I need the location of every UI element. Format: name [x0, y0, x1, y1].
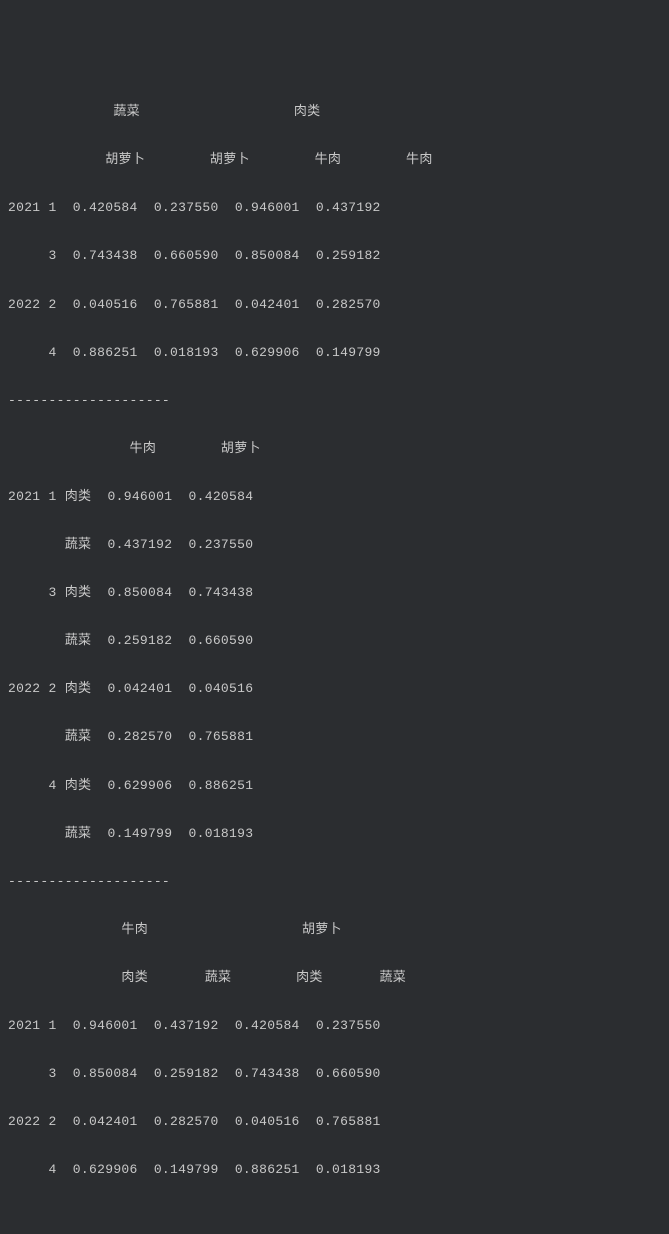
table1-row: 2022 2 0.040516 0.765881 0.042401 0.2825…: [8, 293, 661, 317]
table1-row: 3 0.743438 0.660590 0.850084 0.259182: [8, 244, 661, 268]
table1-row: 2021 1 0.420584 0.237550 0.946001 0.4371…: [8, 196, 661, 220]
table3-header1: 牛肉 胡萝卜: [8, 918, 661, 942]
table2-row: 2022 2 肉类 0.042401 0.040516: [8, 677, 661, 701]
table2-row: 2021 1 肉类 0.946001 0.420584: [8, 485, 661, 509]
table2-row: 蔬菜 0.282570 0.765881: [8, 725, 661, 749]
table2-row: 蔬菜 0.149799 0.018193: [8, 822, 661, 846]
table3-row: 2022 2 0.042401 0.282570 0.040516 0.7658…: [8, 1110, 661, 1134]
table1-header2: 胡萝卜 胡萝卜 牛肉 牛肉: [8, 148, 661, 172]
table2-row: 蔬菜 0.437192 0.237550: [8, 533, 661, 557]
table2-header: 牛肉 胡萝卜: [8, 437, 661, 461]
table2-row: 3 肉类 0.850084 0.743438: [8, 581, 661, 605]
table3-row: 4 0.629906 0.149799 0.886251 0.018193: [8, 1158, 661, 1182]
separator: --------------------: [8, 870, 661, 894]
table1-row: 4 0.886251 0.018193 0.629906 0.149799: [8, 341, 661, 365]
table2-row: 蔬菜 0.259182 0.660590: [8, 629, 661, 653]
table3-header2: 肉类 蔬菜 肉类 蔬菜: [8, 966, 661, 990]
blank-line: [8, 1206, 661, 1230]
separator: --------------------: [8, 389, 661, 413]
table2-row: 4 肉类 0.629906 0.886251: [8, 774, 661, 798]
table3-row: 2021 1 0.946001 0.437192 0.420584 0.2375…: [8, 1014, 661, 1038]
table1-header1: 蔬菜 肉类: [8, 100, 661, 124]
table3-row: 3 0.850084 0.259182 0.743438 0.660590: [8, 1062, 661, 1086]
